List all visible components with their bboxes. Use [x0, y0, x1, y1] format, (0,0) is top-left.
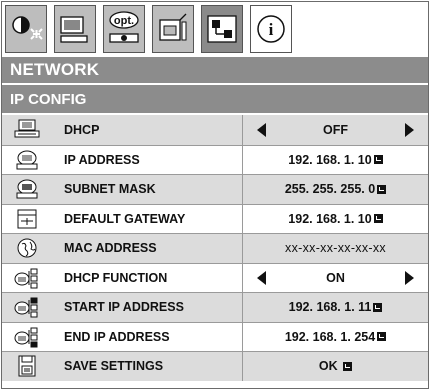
row-label: DEFAULT GATEWAY — [64, 211, 186, 226]
save-settings-ok-button[interactable]: OK — [242, 352, 428, 381]
network-icon — [207, 15, 237, 43]
tab-installation[interactable] — [152, 5, 194, 53]
enter-icon — [373, 214, 383, 224]
enter-icon — [373, 155, 383, 165]
subnet-mask-value[interactable]: 255. 255. 255. 0 — [242, 175, 428, 204]
row-value: 192. 168. 1. 10 — [288, 152, 372, 167]
start-ip-icon — [12, 296, 42, 318]
save-icon — [12, 355, 42, 377]
ip-address-icon — [12, 149, 42, 171]
arrow-left-icon[interactable] — [257, 122, 266, 137]
row-dhcp[interactable]: DHCP OFF — [2, 115, 428, 145]
subnet-mask-icon — [12, 178, 42, 200]
tab-option[interactable]: opt. — [103, 5, 145, 53]
installation-icon — [159, 13, 187, 41]
image-settings-icon — [60, 16, 88, 43]
tab-image[interactable] — [54, 5, 96, 53]
subsection-title: IP CONFIG — [2, 85, 428, 113]
row-label: IP ADDRESS — [64, 152, 140, 167]
row-label: MAC ADDRESS — [64, 241, 157, 256]
row-ip-address[interactable]: IP ADDRESS 192. 168. 1. 10 — [2, 144, 428, 174]
row-value: ON — [326, 270, 345, 285]
tab-network[interactable] — [201, 5, 243, 53]
dhcp-select[interactable]: OFF — [242, 115, 428, 145]
row-dhcp-function[interactable]: DHCP FUNCTION ON — [2, 262, 428, 292]
row-label: DHCP — [64, 122, 100, 137]
arrow-right-icon[interactable] — [405, 122, 414, 137]
end-ip-icon — [12, 326, 42, 348]
row-label: END IP ADDRESS — [64, 329, 170, 344]
settings-list: DHCP OFF IP ADDRESS 192. 168. 1. 10 SUBN… — [2, 115, 428, 381]
enter-icon — [377, 184, 387, 194]
mac-address-icon — [12, 237, 42, 259]
tab-info[interactable]: i — [250, 5, 292, 53]
info-tab-label: i — [269, 20, 274, 39]
default-gateway-icon — [12, 208, 42, 230]
dhcp-function-select[interactable]: ON — [242, 263, 428, 292]
start-ip-value[interactable]: 192. 168. 1. 11 — [242, 293, 428, 322]
row-value: 192. 168. 1. 11 — [288, 300, 372, 315]
section-title: NETWORK — [2, 57, 428, 83]
mac-address-value: xx-xx-xx-xx-xx-xx — [242, 234, 428, 263]
row-label: START IP ADDRESS — [64, 300, 184, 315]
end-ip-value[interactable]: 192. 168. 1. 254 — [242, 322, 428, 351]
info-icon: i — [257, 15, 285, 43]
tab-picture[interactable] — [5, 5, 47, 53]
row-default-gateway[interactable]: DEFAULT GATEWAY 192. 168. 1. 10 — [2, 203, 428, 233]
row-start-ip[interactable]: START IP ADDRESS 192. 168. 1. 11 — [2, 292, 428, 322]
row-label: SAVE SETTINGS — [64, 359, 164, 374]
row-label: DHCP FUNCTION — [64, 270, 168, 285]
default-gateway-value[interactable]: 192. 168. 1. 10 — [242, 204, 428, 233]
row-subnet-mask[interactable]: SUBNET MASK 255. 255. 255. 0 — [2, 174, 428, 204]
row-value: 192. 168. 1. 10 — [288, 211, 372, 226]
row-label: SUBNET MASK — [64, 182, 156, 197]
dhcp-function-icon — [12, 267, 42, 289]
row-value: OFF — [323, 122, 348, 137]
arrow-right-icon[interactable] — [405, 270, 414, 285]
enter-icon — [373, 302, 383, 312]
option-icon: opt. — [109, 11, 139, 43]
arrow-left-icon[interactable] — [257, 270, 266, 285]
row-mac-address: MAC ADDRESS xx-xx-xx-xx-xx-xx — [2, 233, 428, 263]
row-value: 255. 255. 255. 0 — [284, 182, 376, 197]
picture-adjust-icon — [12, 16, 43, 40]
tab-bar: opt. i — [2, 2, 428, 57]
osd-menu: opt. i NETWORK IP CONFIG DHCP OFF IP ADD… — [1, 1, 429, 389]
row-value: OK — [318, 359, 338, 374]
option-tab-label: opt. — [114, 15, 134, 27]
enter-icon — [343, 361, 353, 371]
enter-icon — [377, 332, 387, 342]
row-save-settings[interactable]: SAVE SETTINGS OK — [2, 351, 428, 381]
dhcp-icon — [12, 118, 42, 140]
row-value: 192. 168. 1. 254 — [284, 329, 376, 344]
ip-address-value[interactable]: 192. 168. 1. 10 — [242, 145, 428, 174]
row-end-ip[interactable]: END IP ADDRESS 192. 168. 1. 254 — [2, 321, 428, 351]
